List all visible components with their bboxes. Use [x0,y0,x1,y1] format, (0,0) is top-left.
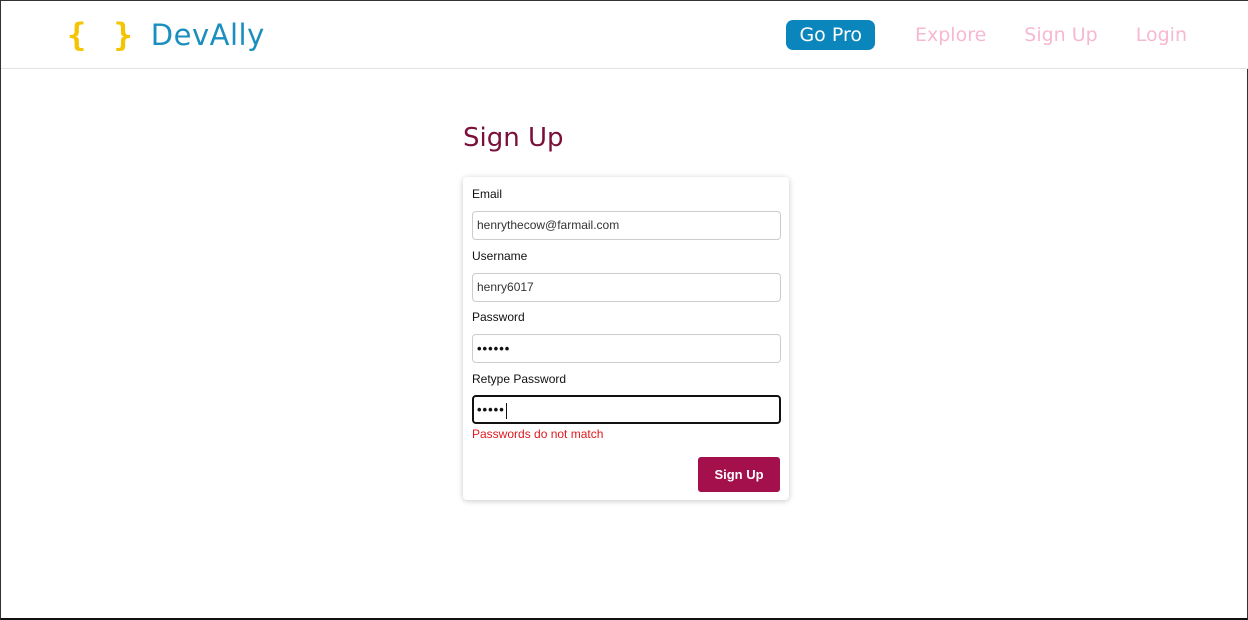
go-pro-button[interactable]: Go Pro [786,20,875,50]
brand-logo[interactable]: { } DevAlly [67,13,265,57]
retype-password-label: Retype Password [472,372,567,386]
retype-password-field[interactable]: ••••• [472,395,781,424]
signup-submit-button[interactable]: Sign Up [698,457,780,492]
app-window: { } DevAlly Go Pro Explore Sign Up Login… [0,0,1248,620]
nav-link-signup[interactable]: Sign Up [1024,24,1097,46]
brand-name: DevAlly [150,18,265,52]
page-title: Sign Up [463,123,564,153]
text-caret [505,402,507,419]
email-label: Email [472,187,503,201]
password-field[interactable]: •••••• [472,334,781,363]
password-mismatch-error: Passwords do not match [472,427,604,441]
username-label: Username [472,249,528,263]
username-field[interactable]: henry6017 [472,273,781,302]
braces-icon: { } [67,16,137,54]
nav-link-login[interactable]: Login [1136,24,1187,46]
retype-password-value: ••••• [477,402,505,417]
nav-links: Go Pro Explore Sign Up Login [786,20,1187,50]
top-navbar: { } DevAlly Go Pro Explore Sign Up Login [1,1,1248,69]
email-field[interactable]: henrythecow@farmail.com [472,211,781,240]
password-label: Password [472,310,525,324]
signup-form: Email henrythecow@farmail.com Username h… [463,177,789,500]
nav-link-explore[interactable]: Explore [915,24,986,46]
